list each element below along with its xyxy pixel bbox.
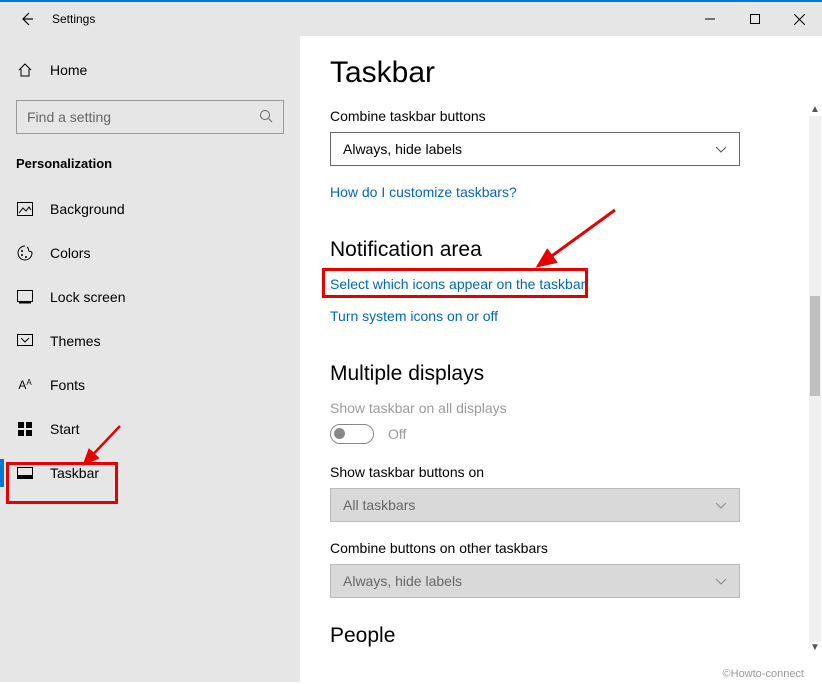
close-button[interactable] [777,2,822,36]
picture-icon [16,202,34,216]
back-button[interactable] [12,11,42,27]
maximize-icon [750,14,760,24]
sidebar-item-label: Fonts [50,377,85,393]
watermark: ©Howto-connect [723,668,804,680]
minimize-button[interactable] [687,2,732,36]
lock-screen-icon [16,290,34,304]
sidebar-item-background[interactable]: Background [0,187,300,231]
help-link[interactable]: How do I customize taskbars? [330,184,517,200]
combine-label: Combine taskbar buttons [330,108,788,124]
chevron-down-icon [715,573,727,589]
sidebar: Home Find a setting Personalization Back… [0,36,300,682]
sidebar-item-taskbar[interactable]: Taskbar [0,451,300,495]
sidebar-item-colors[interactable]: Colors [0,231,300,275]
show-all-displays-toggle[interactable] [330,424,374,444]
maximize-button[interactable] [732,2,777,36]
sidebar-item-label: Taskbar [50,465,99,481]
scrollbar-thumb[interactable] [810,296,820,396]
sidebar-category: Personalization [0,150,300,187]
sidebar-item-fonts[interactable]: AA Fonts [0,363,300,407]
show-buttons-on-dropdown: All taskbars [330,488,740,522]
select-icons-link[interactable]: Select which icons appear on the taskbar [330,276,585,292]
sidebar-home[interactable]: Home [0,50,300,90]
combine-other-label: Combine buttons on other taskbars [330,540,788,556]
palette-icon [16,245,34,261]
combine-value: Always, hide labels [343,141,462,157]
combine-other-dropdown: Always, hide labels [330,564,740,598]
taskbar-icon [16,467,34,479]
search-placeholder: Find a setting [27,109,111,125]
sidebar-home-label: Home [50,62,87,78]
show-buttons-on-value: All taskbars [343,497,415,513]
window-title: Settings [52,12,95,26]
sidebar-item-label: Background [50,201,125,217]
fonts-icon: AA [16,378,34,392]
people-section-title: People [330,624,788,648]
page-title: Taskbar [330,56,788,90]
sidebar-item-label: Start [50,421,80,437]
combine-dropdown[interactable]: Always, hide labels [330,132,740,166]
themes-icon [16,334,34,348]
sidebar-item-themes[interactable]: Themes [0,319,300,363]
home-icon [16,62,34,78]
show-buttons-on-label: Show taskbar buttons on [330,464,788,480]
combine-other-value: Always, hide labels [343,573,462,589]
system-icons-link[interactable]: Turn system icons on or off [330,308,498,324]
start-icon [16,422,34,436]
toggle-state: Off [388,426,406,442]
main-content: Taskbar Combine taskbar buttons Always, … [300,36,822,682]
search-icon [259,109,273,126]
sidebar-item-start[interactable]: Start [0,407,300,451]
chevron-down-icon [715,497,727,513]
notification-section-title: Notification area [330,238,788,262]
close-icon [794,14,805,25]
scroll-up-icon[interactable]: ▲ [810,104,820,114]
minimize-icon [705,14,715,24]
titlebar: Settings [0,2,822,36]
sidebar-item-label: Themes [50,333,101,349]
show-all-displays-label: Show taskbar on all displays [330,400,788,416]
chevron-down-icon [715,141,727,157]
sidebar-item-label: Lock screen [50,289,125,305]
sidebar-item-label: Colors [50,245,90,261]
scroll-down-icon[interactable]: ▼ [810,642,820,652]
arrow-left-icon [19,11,35,27]
window-controls [687,2,822,36]
multiple-displays-section-title: Multiple displays [330,362,788,386]
search-input[interactable]: Find a setting [16,100,284,134]
sidebar-item-lock-screen[interactable]: Lock screen [0,275,300,319]
